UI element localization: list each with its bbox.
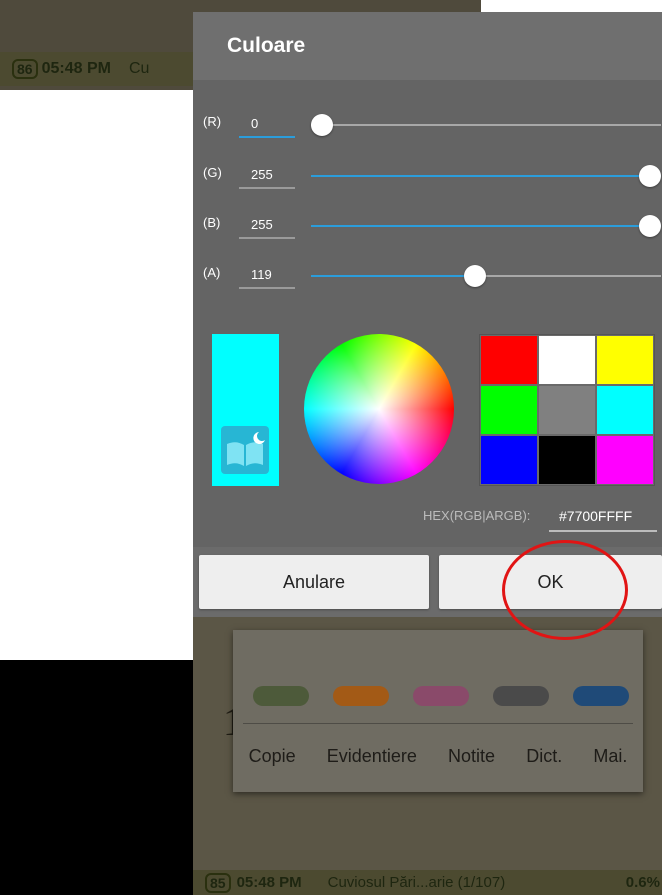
palette-swatch[interactable] — [538, 435, 596, 485]
alpha-value-field[interactable]: 119 — [239, 263, 295, 289]
palette-swatch[interactable] — [538, 335, 596, 385]
clock: 05:48 PM — [236, 874, 302, 891]
reader-status-bar-top: 86 05:48 PM Cu — [0, 52, 195, 86]
book-title: Cuviosul Pări...arie (1/107) — [327, 874, 506, 891]
green-value-field[interactable]: 255 — [239, 163, 295, 189]
action-highlight[interactable]: Evidentiere — [327, 746, 417, 767]
palette-swatch[interactable] — [480, 435, 538, 485]
green-slider-thumb[interactable] — [639, 165, 661, 187]
reader-page-bottom: 1 Copie Evidentiere Notite Dict. Mai. — [193, 600, 662, 895]
channel-label: (B) — [203, 215, 221, 230]
color-preview — [212, 334, 279, 486]
text-selection-menu: Copie Evidentiere Notite Dict. Mai. — [233, 630, 643, 792]
reading-progress: 0.6% — [625, 874, 660, 891]
hex-input[interactable]: #7700FFFF — [549, 502, 657, 532]
alpha-slider-thumb[interactable] — [464, 265, 487, 287]
highlight-swatch[interactable] — [573, 686, 629, 706]
palette-swatch[interactable] — [596, 335, 654, 385]
action-more[interactable]: Mai. — [593, 746, 627, 767]
channel-row-red: (R) 0 — [193, 108, 662, 148]
green-slider-track[interactable] — [311, 175, 661, 177]
palette-swatch[interactable] — [538, 385, 596, 435]
highlight-swatch[interactable] — [493, 686, 549, 706]
dialog-title: Culoare — [227, 34, 306, 57]
channel-row-green: (G) 255 — [193, 159, 662, 199]
ok-button[interactable]: OK — [439, 555, 662, 609]
highlight-swatch[interactable] — [333, 686, 389, 706]
palette-swatch[interactable] — [596, 385, 654, 435]
color-dialog: Culoare (R) 0 (G) 255 (B) 255 (A) 119 HE… — [193, 12, 662, 617]
blue-value-field[interactable]: 255 — [239, 213, 295, 239]
red-value-field[interactable]: 0 — [239, 112, 295, 138]
red-slider-track[interactable] — [311, 124, 661, 126]
battery-indicator: 86 — [12, 59, 38, 79]
highlight-swatch[interactable] — [413, 686, 469, 706]
palette-swatch[interactable] — [480, 385, 538, 435]
cancel-button[interactable]: Anulare — [199, 555, 429, 609]
palette-swatch[interactable] — [596, 435, 654, 485]
screen: 86 05:48 PM Cu 1 Copie Evidentiere Notit… — [0, 0, 662, 895]
channel-label: (A) — [203, 265, 221, 280]
book-title-fragment: Cu — [128, 60, 150, 77]
battery-indicator: 85 — [205, 872, 231, 893]
book-night-icon — [221, 426, 269, 474]
highlight-swatches — [253, 686, 629, 708]
channel-label: (R) — [203, 114, 222, 129]
dialog-footer: Anulare OK — [193, 547, 662, 617]
action-dictionary[interactable]: Dict. — [526, 746, 562, 767]
background-white-strip — [481, 0, 662, 12]
channel-row-blue: (B) 255 — [193, 209, 662, 249]
reader-status-bar-bottom: 85 05:48 PM Cuviosul Pări...arie (1/107)… — [193, 870, 662, 895]
channel-row-alpha: (A) 119 — [193, 259, 662, 299]
color-palette — [479, 334, 655, 486]
highlight-swatch[interactable] — [253, 686, 309, 706]
blue-slider-track[interactable] — [311, 225, 661, 227]
color-wheel[interactable] — [304, 334, 454, 484]
blue-slider-thumb[interactable] — [639, 215, 661, 237]
reader-page-left — [0, 90, 197, 660]
selection-actions: Copie Evidentiere Notite Dict. Mai. — [233, 738, 643, 774]
channel-label: (G) — [203, 165, 222, 180]
action-copy[interactable]: Copie — [249, 746, 296, 767]
hex-label: HEX(RGB|ARGB): — [423, 508, 531, 523]
action-notes[interactable]: Notite — [448, 746, 495, 767]
dialog-header: Culoare — [193, 12, 662, 80]
menu-divider — [243, 723, 633, 724]
red-slider-thumb[interactable] — [311, 114, 333, 136]
palette-swatch[interactable] — [480, 335, 538, 385]
clock: 05:48 PM — [41, 60, 111, 77]
